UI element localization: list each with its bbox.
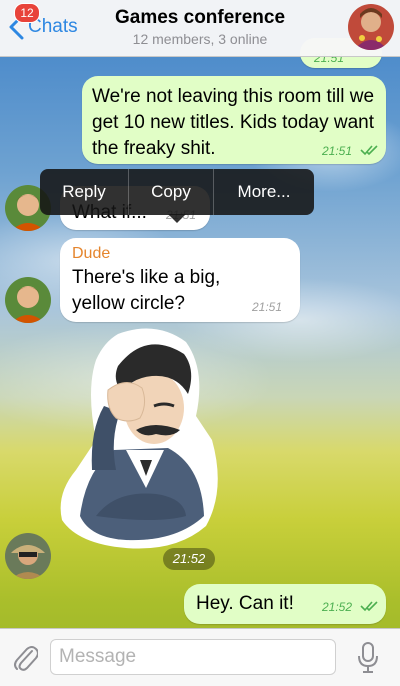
incoming-message[interactable]: Dude There's like a big, yellow circle? … [60, 238, 300, 322]
message-context-menu: Reply Copy More... [40, 169, 314, 215]
microphone-icon[interactable] [356, 641, 380, 675]
context-menu-pointer [168, 214, 186, 223]
user-avatar[interactable] [5, 533, 51, 579]
double-check-icon [360, 145, 378, 156]
copy-menu-item[interactable]: Copy [129, 169, 213, 215]
group-avatar[interactable] [348, 4, 394, 50]
facepalm-sticker[interactable] [56, 320, 226, 552]
more-menu-item[interactable]: More... [214, 169, 314, 215]
message-input[interactable] [50, 639, 336, 675]
outgoing-message[interactable]: We're not leaving this room till we get … [82, 76, 386, 164]
chat-subtitle: 12 members, 3 online [132, 31, 268, 47]
paperclip-icon[interactable] [12, 643, 38, 673]
sender-name: Dude [72, 245, 111, 262]
outgoing-message[interactable]: Hey. Can it! 21:52 [184, 584, 386, 624]
reply-menu-item[interactable]: Reply [40, 169, 128, 215]
sticker-time: 21:52 [163, 548, 215, 570]
chat-header: Chats 12 Games conference 12 members, 3 … [0, 0, 400, 57]
composer-bar [0, 628, 400, 686]
message-time: 21:51 [252, 300, 283, 314]
chat-title: Games conference [114, 7, 286, 28]
message-text: There's like a big, yellow circle? [72, 267, 221, 314]
message-text: Hey. Can it! [196, 593, 294, 614]
message-time: 21:51 [322, 144, 353, 158]
message-time: 21:52 [322, 600, 353, 614]
user-avatar[interactable] [5, 277, 51, 323]
double-check-icon [360, 601, 378, 612]
